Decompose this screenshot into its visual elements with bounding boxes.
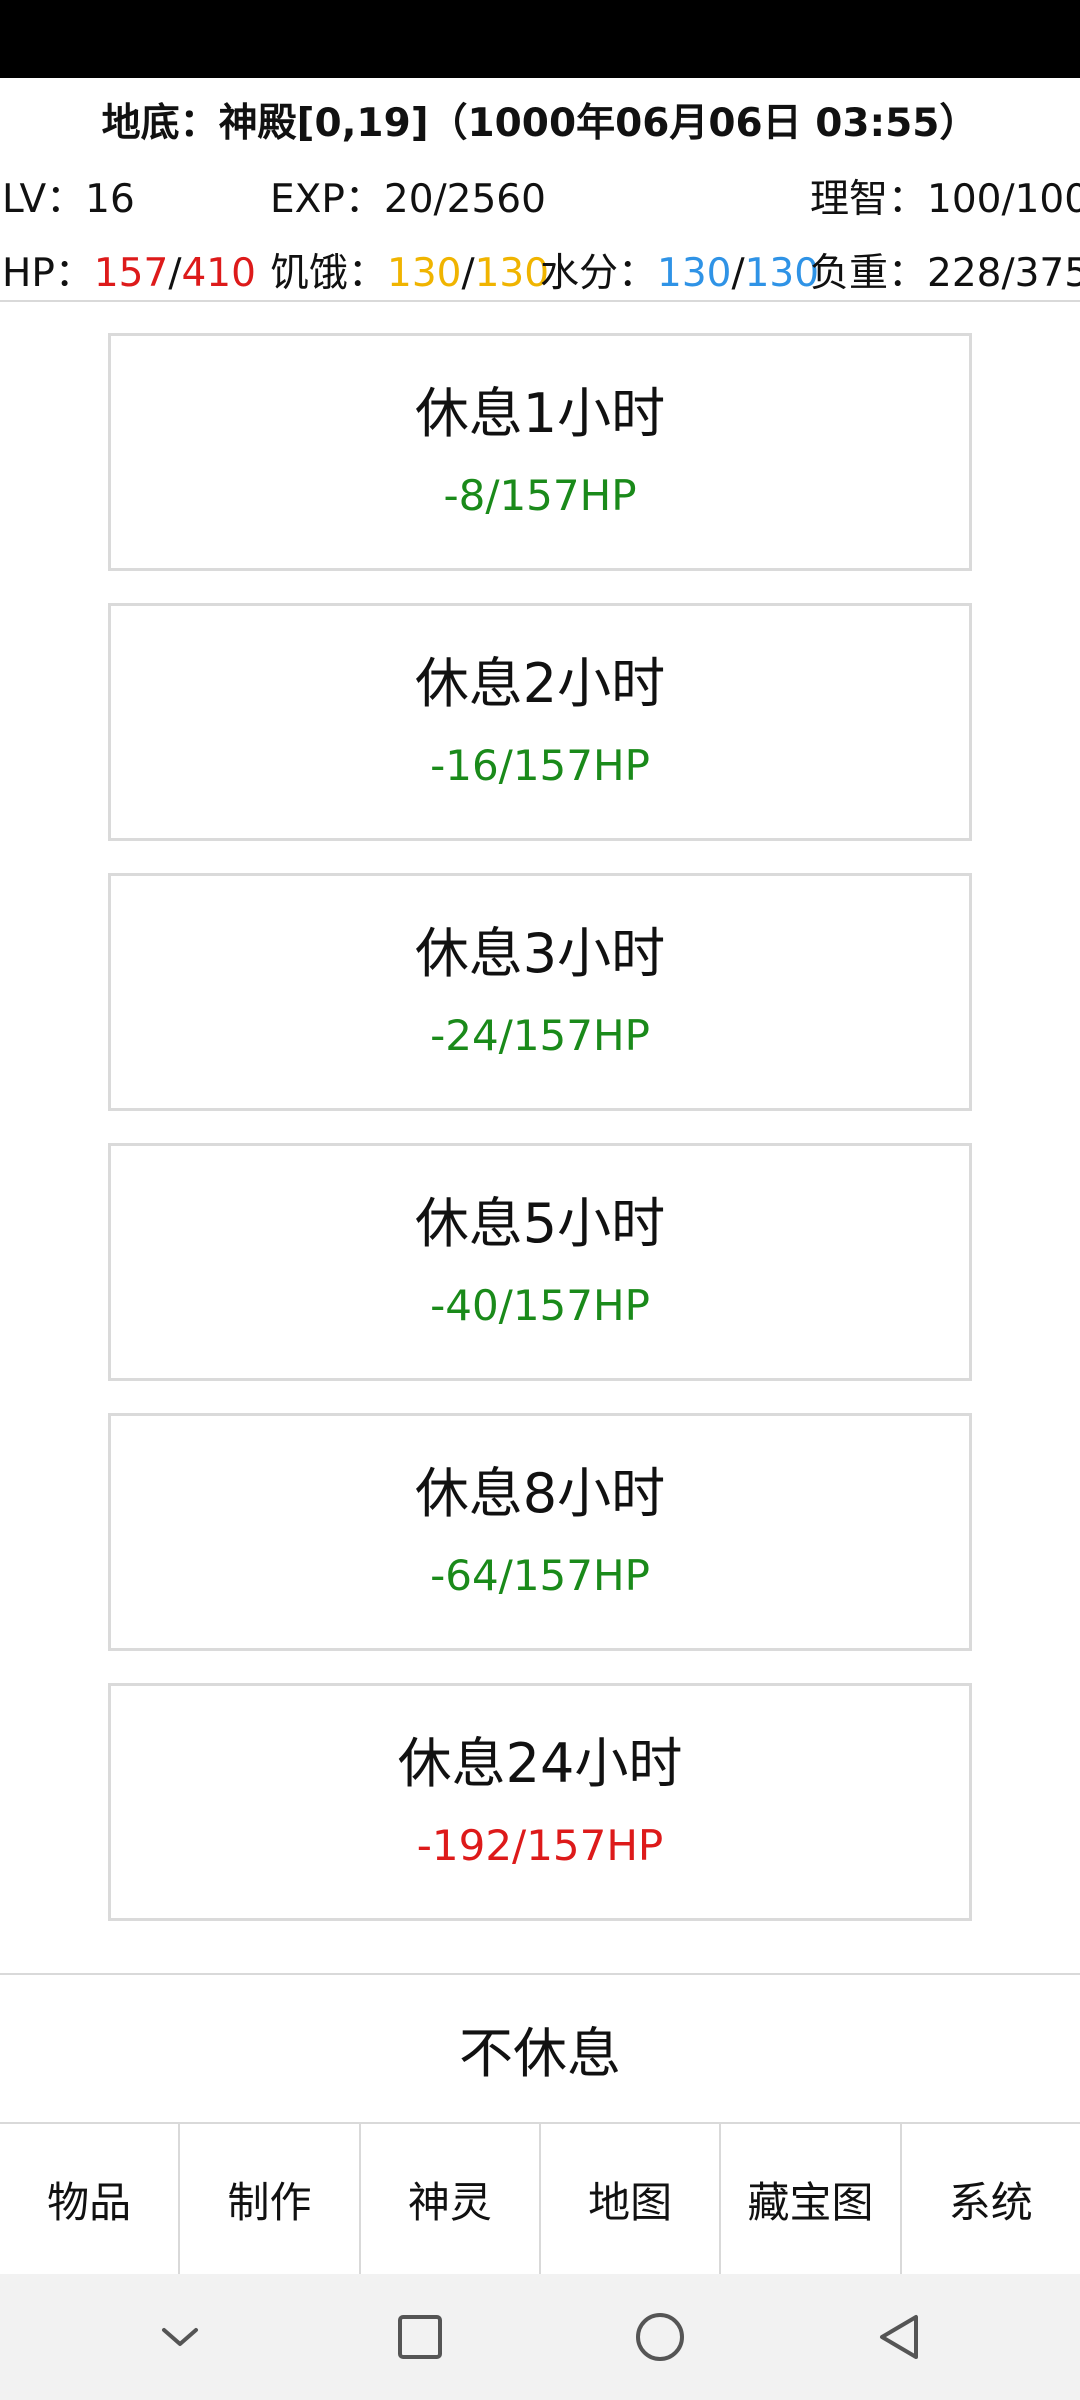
tab-label: 地图 — [588, 2177, 673, 2227]
rest-3h-button[interactable]: 休息3小时 -24/157HP — [108, 873, 972, 1111]
water-label: 水分： — [540, 251, 658, 296]
rest-option-cost: -40/157HP — [430, 1281, 650, 1331]
square-icon[interactable] — [380, 2297, 460, 2377]
tab-system[interactable]: 系统 — [902, 2124, 1080, 2274]
rest-2h-button[interactable]: 休息2小时 -16/157HP — [108, 603, 972, 841]
rest-1h-button[interactable]: 休息1小时 -8/157HP — [108, 333, 972, 571]
stats-row-1: LV：16 EXP：20/2560 理智：100/100 — [0, 158, 1080, 232]
hp-slash: / — [168, 251, 182, 296]
tab-items[interactable]: 物品 — [0, 2124, 181, 2274]
hunger-label: 饥饿： — [270, 251, 388, 296]
load-stat: 负重：228/375 — [810, 242, 1080, 298]
hp-label: HP： — [2, 251, 94, 296]
bottom-tab-bar: 物品 制作 神灵 地图 藏宝图 系统 — [0, 2124, 1080, 2274]
lv-value: 16 — [85, 177, 135, 222]
tab-label: 系统 — [948, 2177, 1033, 2227]
circle-icon[interactable] — [620, 2297, 700, 2377]
hp-current: 157 — [93, 251, 169, 296]
hunger-slash: / — [461, 251, 475, 296]
load-label: 负重： — [810, 251, 928, 296]
rest-option-title: 休息3小时 — [414, 921, 666, 985]
rest-option-cost: -64/157HP — [430, 1551, 650, 1601]
rest-5h-button[interactable]: 休息5小时 -40/157HP — [108, 1143, 972, 1381]
water-max: 130 — [744, 251, 820, 296]
load-value: 228/375 — [927, 251, 1080, 296]
status-bar — [0, 0, 1080, 78]
no-rest-button[interactable]: 不休息 — [0, 1974, 1080, 2122]
rest-option-cost: -24/157HP — [430, 1011, 650, 1061]
rest-option-cost: -8/157HP — [443, 471, 637, 521]
tab-label: 藏宝图 — [747, 2177, 874, 2227]
rest-option-cost: -192/157HP — [416, 1821, 664, 1871]
rest-options-list: 休息1小时 -8/157HP 休息2小时 -16/157HP 休息3小时 -24… — [108, 333, 972, 1953]
system-nav-bar — [0, 2274, 1080, 2400]
triangle-back-icon[interactable] — [860, 2297, 940, 2377]
rest-option-title: 休息8小时 — [414, 1461, 666, 1525]
chevron-down-icon[interactable] — [140, 2297, 220, 2377]
water-current: 130 — [657, 251, 732, 296]
hp-stat: HP：157/410 — [2, 242, 256, 298]
water-stat: 水分：130/130 — [540, 242, 819, 298]
rest-24h-button[interactable]: 休息24小时 -192/157HP — [108, 1683, 972, 1921]
sanity-value: 100/100 — [927, 177, 1080, 222]
rest-8h-button[interactable]: 休息8小时 -64/157HP — [108, 1413, 972, 1651]
water-slash: / — [731, 251, 745, 296]
exp-value: 20/2560 — [383, 177, 546, 222]
rest-option-title: 休息1小时 — [414, 381, 666, 445]
sanity-label: 理智： — [810, 177, 928, 222]
location-text: 地底：神殿[0,19]（1000年06月06日 03:55） — [101, 101, 979, 146]
no-rest-label: 不休息 — [459, 2021, 621, 2085]
tab-treasure-map[interactable]: 藏宝图 — [721, 2124, 902, 2274]
hunger-max: 130 — [474, 251, 550, 296]
sanity-stat: 理智：100/100 — [810, 168, 1080, 224]
lv-stat: LV：16 — [2, 168, 135, 224]
location-header: 地底：神殿[0,19]（1000年06月06日 03:55） — [0, 78, 1080, 162]
tab-deities[interactable]: 神灵 — [361, 2124, 541, 2274]
tab-label: 制作 — [227, 2177, 312, 2227]
exp-label: EXP： — [270, 177, 384, 222]
stats-row-2: HP：157/410 饥饿：130/130 水分：130/130 负重：228/… — [0, 232, 1080, 306]
rest-option-title: 休息5小时 — [414, 1191, 666, 1255]
header-divider — [0, 300, 1080, 302]
tab-label: 物品 — [47, 2177, 132, 2227]
tab-crafting[interactable]: 制作 — [180, 2124, 361, 2274]
rest-option-title: 休息2小时 — [414, 651, 666, 715]
tab-map[interactable]: 地图 — [541, 2124, 722, 2274]
hp-max: 410 — [181, 251, 256, 296]
hunger-stat: 饥饿：130/130 — [270, 242, 549, 298]
hunger-current: 130 — [387, 251, 462, 296]
lv-label: LV： — [2, 177, 86, 222]
rest-option-title: 休息24小时 — [397, 1731, 683, 1795]
exp-stat: EXP：20/2560 — [270, 168, 546, 224]
rest-option-cost: -16/157HP — [430, 741, 650, 791]
tab-label: 神灵 — [407, 2177, 492, 2227]
